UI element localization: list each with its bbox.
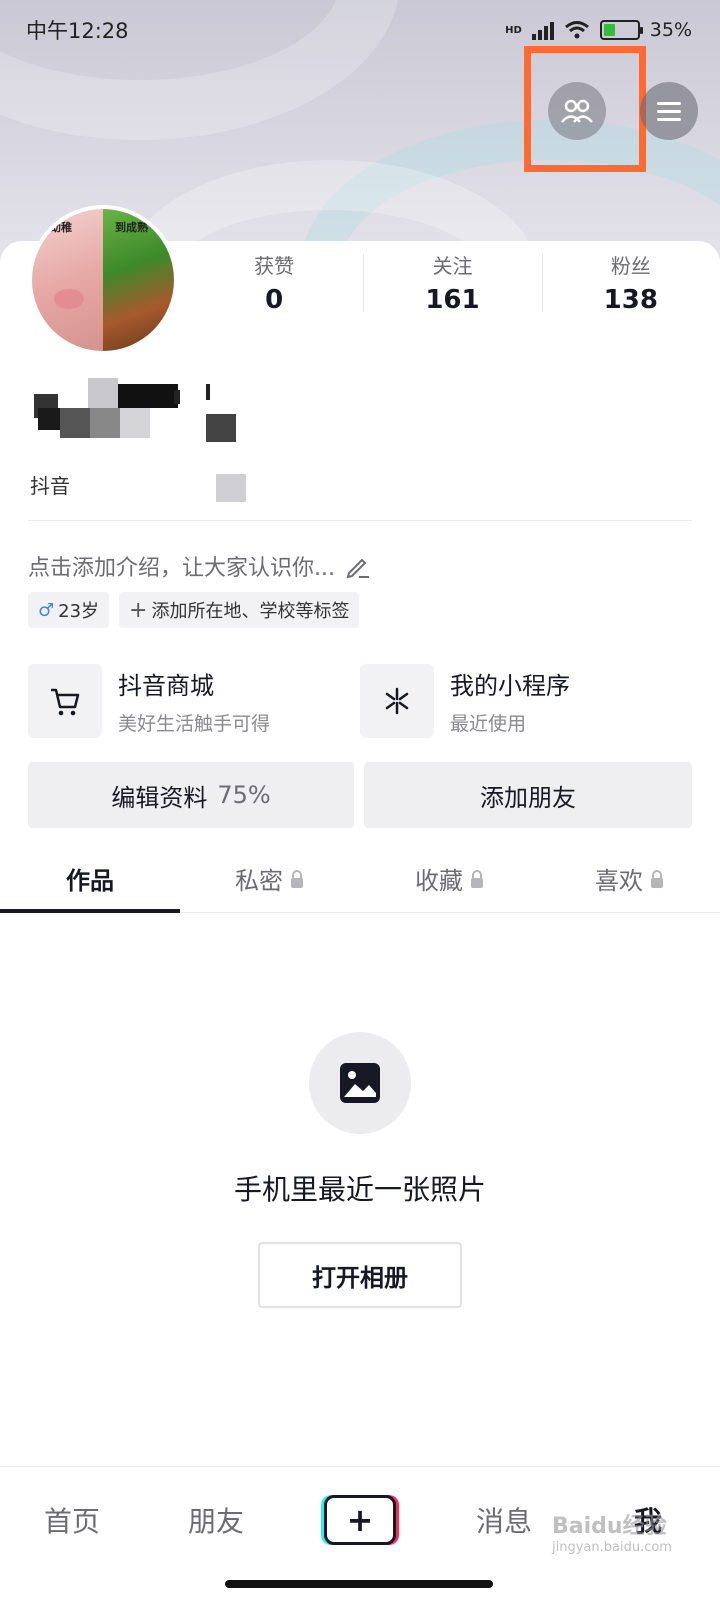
watermark-url: jingyan.baidu.com bbox=[552, 1540, 672, 1555]
image-icon bbox=[340, 1063, 380, 1103]
profile-stats: 获赞 0 关注 161 粉丝 138 bbox=[185, 244, 720, 324]
nav-friends[interactable]: 朋友 bbox=[144, 1500, 288, 1540]
edit-profile-label: 编辑资料 bbox=[111, 783, 208, 812]
tab-label: 作品 bbox=[66, 867, 114, 895]
stat-label: 粉丝 bbox=[610, 254, 651, 278]
douyin-id-prefix: 抖音 bbox=[30, 474, 70, 498]
watermark-text: Baidu经验 bbox=[552, 1514, 667, 1539]
cart-icon bbox=[51, 688, 80, 716]
hamburger-menu-icon bbox=[657, 101, 681, 105]
stat-followers[interactable]: 粉丝 138 bbox=[541, 244, 720, 324]
bio-placeholder: 点击添加介绍，让大家认识你... bbox=[28, 556, 335, 581]
hd-label: HD bbox=[505, 24, 522, 36]
add-friends-label: 添加朋友 bbox=[480, 783, 576, 812]
wifi-icon bbox=[564, 21, 589, 39]
nav-create[interactable]: + bbox=[288, 1495, 432, 1545]
lock-icon bbox=[291, 869, 303, 888]
stat-value: 161 bbox=[425, 285, 480, 315]
service-title: 我的小程序 bbox=[450, 672, 570, 700]
empty-state-text: 手机里最近一张照片 bbox=[233, 1173, 486, 1206]
service-mall[interactable]: 抖音商城 美好生活触手可得 bbox=[28, 664, 360, 738]
nav-home[interactable]: 首页 bbox=[0, 1500, 144, 1540]
bio-prompt[interactable]: 点击添加介绍，让大家认识你... bbox=[28, 550, 371, 582]
tab-label: 收藏 bbox=[415, 867, 463, 895]
highlight-annotation bbox=[524, 46, 646, 172]
empty-state-icon-circle bbox=[309, 1032, 411, 1134]
content-tabs: 作品 私密 收藏 喜欢 bbox=[0, 845, 720, 913]
empty-state: 手机里最近一张照片 打开相册 bbox=[0, 1032, 720, 1308]
service-subtitle: 美好生活触手可得 bbox=[118, 713, 271, 735]
age-tag[interactable]: ♂ 23岁 bbox=[28, 592, 110, 628]
plus-icon: + bbox=[129, 597, 148, 623]
tab-works[interactable]: 作品 bbox=[0, 845, 180, 913]
tab-label: 私密 bbox=[235, 867, 283, 895]
douyin-id[interactable]: 抖音 bbox=[30, 470, 247, 502]
tab-label: 喜欢 bbox=[595, 867, 643, 895]
divider bbox=[28, 520, 692, 521]
edit-profile-button[interactable]: 编辑资料 75% bbox=[28, 762, 354, 828]
edit-pencil-icon bbox=[346, 558, 369, 579]
profile-tags: ♂ 23岁 + 添加所在地、学校等标签 bbox=[28, 592, 360, 628]
open-album-button[interactable]: 打开相册 bbox=[258, 1242, 462, 1308]
avatar-food: 到成熟 bbox=[103, 209, 174, 351]
profile-actions: 编辑资料 75% 添加朋友 bbox=[28, 762, 692, 828]
service-mini-programs[interactable]: 我的小程序 最近使用 bbox=[360, 664, 692, 738]
status-icons: HD 35% bbox=[505, 19, 692, 41]
stat-likes[interactable]: 获赞 0 bbox=[185, 244, 363, 324]
service-icon-box bbox=[360, 664, 434, 738]
mini-program-icon bbox=[385, 687, 409, 715]
service-icon-box bbox=[28, 664, 102, 738]
add-friends-button[interactable]: 添加朋友 bbox=[364, 762, 692, 828]
battery-percent: 35% bbox=[649, 19, 692, 41]
home-indicator bbox=[225, 1580, 493, 1588]
services-row: 抖音商城 美好生活触手可得 我的小程序 最近使用 bbox=[28, 664, 692, 738]
avatar-pig: 幼稚 bbox=[32, 209, 103, 351]
douyin-id-redacted bbox=[216, 473, 247, 502]
stat-following[interactable]: 关注 161 bbox=[363, 244, 541, 324]
age-label: 23岁 bbox=[58, 601, 100, 622]
add-tags-button[interactable]: + 添加所在地、学校等标签 bbox=[119, 592, 360, 628]
service-title: 抖音商城 bbox=[118, 672, 214, 700]
stat-label: 关注 bbox=[432, 254, 473, 278]
stat-value: 0 bbox=[265, 285, 284, 315]
avatar[interactable]: 幼稚 到成熟 bbox=[28, 205, 178, 355]
tab-private[interactable]: 私密 bbox=[180, 845, 360, 912]
menu-button[interactable] bbox=[640, 82, 698, 140]
edit-profile-progress: 75% bbox=[217, 781, 271, 809]
lock-icon bbox=[471, 869, 483, 888]
service-subtitle: 最近使用 bbox=[450, 713, 527, 735]
add-tags-label: 添加所在地、学校等标签 bbox=[151, 601, 350, 622]
avatar-caption: 到成熟 bbox=[115, 221, 148, 234]
tab-favorites[interactable]: 收藏 bbox=[360, 845, 540, 912]
male-icon: ♂ bbox=[38, 599, 55, 621]
create-plus-icon: + bbox=[324, 1495, 396, 1545]
avatar-caption: 幼稚 bbox=[50, 221, 72, 234]
tab-likes[interactable]: 喜欢 bbox=[540, 845, 720, 912]
stat-value: 138 bbox=[603, 285, 658, 315]
stat-label: 获赞 bbox=[254, 254, 295, 278]
signal-icon bbox=[531, 20, 554, 40]
baidu-watermark: Baidu经验 jingyan.baidu.com bbox=[552, 1508, 672, 1555]
lock-icon bbox=[651, 869, 663, 888]
battery-icon bbox=[599, 20, 643, 40]
status-time: 中午12:28 bbox=[26, 19, 129, 43]
